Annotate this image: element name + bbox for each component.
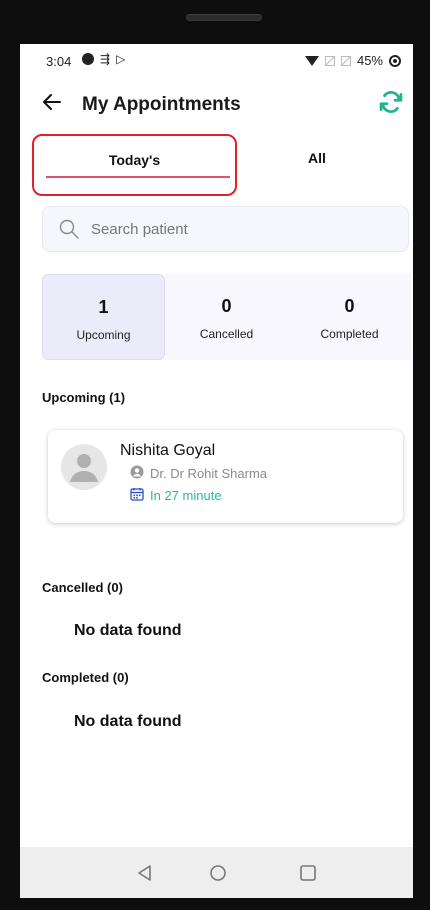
play-store-icon: ▷ [116,52,126,66]
device-bezel-right [413,0,430,910]
status-notification-icons: ⇶ ▷ [82,52,125,66]
square-recents-icon[interactable] [296,861,320,885]
signal-notification-icon: ⇶ [100,52,111,66]
tab-bar: Today's All [20,134,413,196]
count-card-completed[interactable]: 0 Completed [288,274,411,360]
tab-active-indicator [46,176,230,178]
doctor-name: Dr. Dr Rohit Sharma [150,466,268,481]
no-signal-icon [324,55,335,66]
completed-section-title: Completed (0) [42,670,129,685]
appointment-time-line: In 27 minute [130,487,222,504]
cancelled-section-title: Cancelled (0) [42,580,123,595]
circle-home-icon[interactable] [206,861,230,885]
calendar-icon [130,487,144,504]
tab-todays-label: Today's [108,152,161,168]
count-card-cancelled[interactable]: 0 Cancelled [165,274,288,360]
search-icon [59,219,79,239]
appointment-time-text: In 27 minute [150,488,222,503]
count-cancelled-label: Cancelled [199,327,254,341]
status-bar: 3:04 ⇶ ▷ 45% [20,44,413,80]
patient-name: Nishita Goyal [120,442,216,459]
arrow-left-icon[interactable] [40,90,66,120]
system-nav-bar [20,847,413,898]
battery-percent: 45% [356,53,383,68]
app-notification-icon [82,53,94,65]
device-bezel-left [0,0,20,910]
refresh-icon[interactable] [377,88,407,118]
status-system-icons: 45% [304,53,401,68]
count-completed-value: 0 [344,296,355,316]
count-upcoming-value: 1 [98,297,109,317]
appointment-card[interactable]: Nishita Goyal Dr. Dr Rohit Sharma In 27 … [48,430,403,523]
search-input[interactable] [91,207,391,251]
page-title: My Appointments [82,94,241,115]
count-upcoming-label: Upcoming [76,328,131,342]
count-cancelled-value: 0 [221,296,232,316]
status-counts: 1 Upcoming 0 Cancelled 0 Completed [42,274,413,360]
search-box[interactable] [42,206,409,252]
app-screen: 3:04 ⇶ ▷ 45% My Appointments Today's All… [20,44,413,898]
triangle-back-icon[interactable] [133,861,157,885]
count-completed-label: Completed [320,327,379,341]
tab-todays[interactable]: Today's [32,134,237,196]
app-bar: My Appointments [20,84,413,128]
cancelled-empty-text: No data found [74,622,182,639]
tab-all[interactable]: All [237,134,397,196]
device-bezel-top [0,0,430,44]
wifi-icon [304,55,319,66]
battery-icon [389,54,401,67]
device-bezel-bottom [0,898,430,910]
user-circle-icon [130,465,144,482]
upcoming-section-title: Upcoming (1) [42,390,126,405]
device-speaker [186,14,262,21]
tab-all-label: All [308,150,326,166]
completed-empty-text: No data found [74,713,182,730]
avatar [61,444,107,490]
doctor-line: Dr. Dr Rohit Sharma [130,465,267,482]
no-signal-icon-2 [340,55,351,66]
status-time: 3:04 [46,54,72,69]
count-card-upcoming[interactable]: 1 Upcoming [42,274,165,360]
